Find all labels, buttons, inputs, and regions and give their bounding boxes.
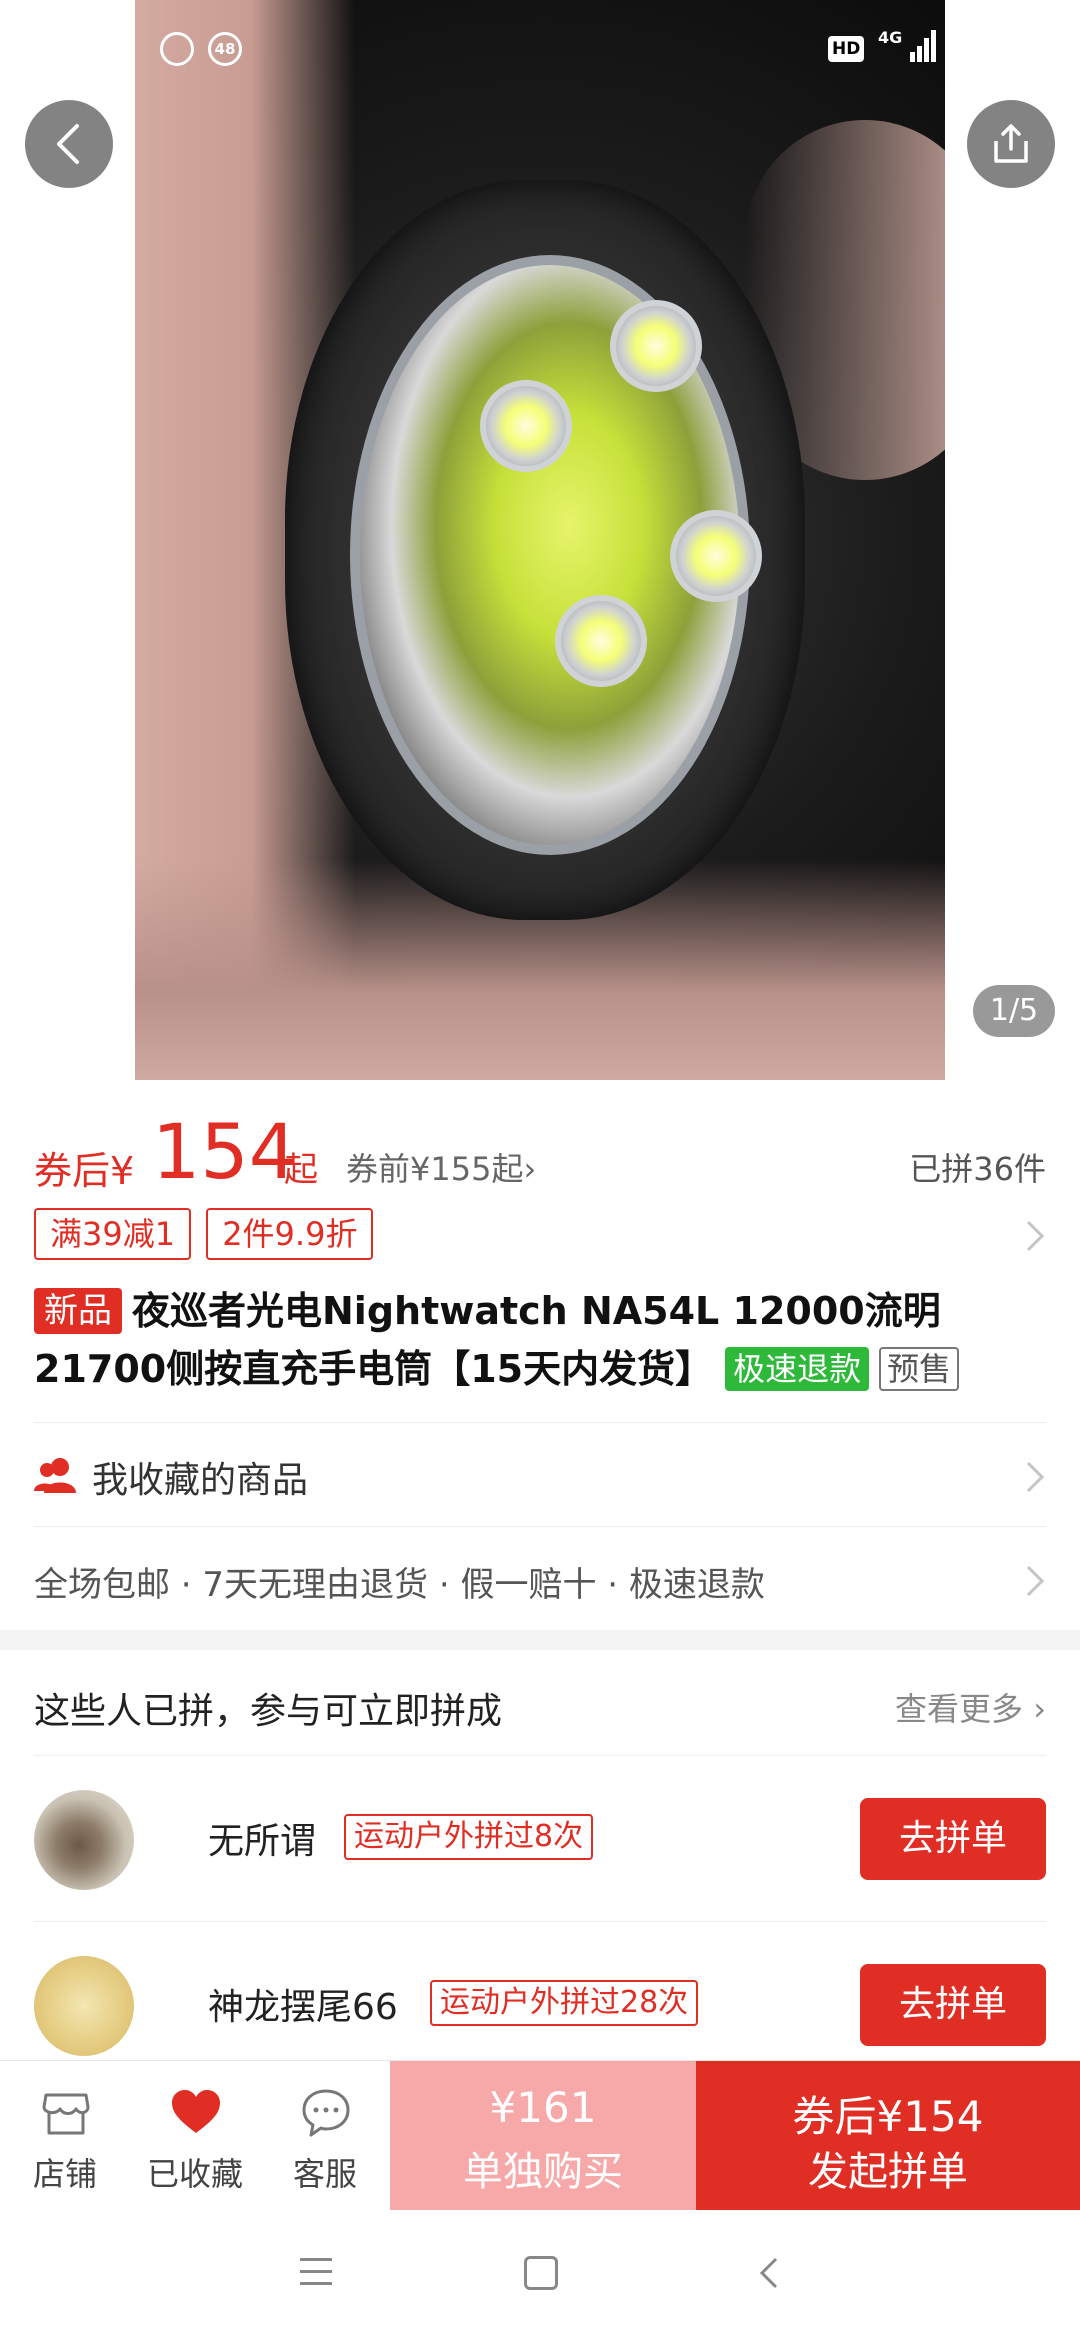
favorite-button[interactable]: 已收藏	[130, 2061, 260, 2211]
led-3	[670, 510, 762, 602]
system-back-icon[interactable]	[756, 2256, 782, 2290]
group-user-name: 无所谓	[208, 1821, 317, 1862]
price-row: 券后¥ 154 起 券前¥155起› 已拼36件	[34, 1110, 1046, 1194]
store-icon	[42, 2093, 90, 2135]
promo-row[interactable]: 满39减1 2件9.9折	[34, 1208, 1046, 1264]
favorites-row[interactable]: 我收藏的商品	[34, 1422, 1046, 1526]
see-more-link[interactable]: 查看更多 ›	[895, 1684, 1046, 1730]
share-icon	[994, 124, 1028, 163]
share-button[interactable]	[967, 100, 1055, 188]
join-group-button[interactable]: 去拼单	[860, 1964, 1046, 2046]
join-group-button[interactable]: 去拼单	[860, 1798, 1046, 1880]
promo-tag: 满39减1	[34, 1208, 192, 1260]
product-page: 48 HD 4G 1/5 券后¥ 154 起 券前¥155起› 已拼36件 满3…	[0, 0, 1080, 2340]
hd-indicator: HD	[828, 36, 865, 62]
product-title-block: 新品 夜巡者光电Nightwatch NA54L 12000流明 21700侧按直…	[34, 1282, 1046, 1398]
back-button[interactable]	[25, 100, 113, 188]
section-divider	[0, 1630, 1080, 1650]
store-button[interactable]: 店铺	[0, 2061, 130, 2211]
original-price-link[interactable]: 券前¥155起›	[346, 1144, 536, 1190]
system-navigation-bar	[0, 2210, 1080, 2340]
status-bar: 48 HD 4G	[0, 0, 1080, 80]
home-icon[interactable]	[524, 2256, 558, 2290]
fast-refund-badge: 极速退款	[725, 1347, 870, 1391]
chevron-right-icon	[1026, 1220, 1045, 1252]
see-more-text: 查看更多	[895, 1690, 1024, 1728]
group-section-title: 这些人已拼，参与可立即拼成	[34, 1691, 503, 1732]
group-user-tag: 运动户外拼过8次	[344, 1814, 594, 1860]
led-1	[480, 380, 572, 472]
customer-service-label: 客服	[292, 2155, 357, 2193]
led-4	[555, 595, 647, 687]
new-badge: 新品	[34, 1288, 122, 1334]
group-label: 发起拼单	[808, 2149, 968, 2195]
gallery-counter: 1/5	[973, 985, 1055, 1037]
group-price: 券后¥154	[792, 2092, 984, 2141]
chevron-right-icon	[1026, 1461, 1045, 1493]
solo-label: 单独购买	[463, 2149, 623, 2195]
back-icon	[57, 124, 79, 164]
original-price-text: 券前¥155起	[346, 1150, 524, 1188]
signal-icon	[910, 30, 936, 62]
notification-count-badge: 48	[208, 32, 242, 66]
led-2	[610, 300, 702, 392]
store-label: 店铺	[32, 2155, 97, 2193]
product-gallery[interactable]: 48 HD 4G 1/5	[0, 0, 1080, 1080]
services-text: 全场包邮 · 7天无理由退货 · 假一赔十 · 极速退款	[34, 1565, 765, 1605]
presale-badge: 预售	[879, 1347, 960, 1391]
menu-icon[interactable]	[300, 2258, 332, 2290]
group-list-item: 无所谓 运动户外拼过8次 去拼单	[34, 1756, 1046, 1922]
price-prefix: 券后¥	[34, 1149, 135, 1193]
network-type: 4G	[878, 28, 903, 47]
avatar	[34, 1790, 134, 1890]
bottom-action-bar: 店铺 已收藏 客服 ¥161 单独购买 券后¥154 发起拼单	[0, 2060, 1080, 2211]
group-section-header: 这些人已拼，参与可立即拼成 查看更多 ›	[34, 1650, 1046, 1756]
group-user-tag: 运动户外拼过28次	[430, 1980, 699, 2026]
sold-count: 已拼36件	[909, 1150, 1046, 1188]
price-amount: 154	[152, 1107, 298, 1196]
product-photo[interactable]	[135, 0, 945, 1080]
chat-icon	[302, 2089, 350, 2137]
heart-icon	[172, 2090, 220, 2133]
services-row[interactable]: 全场包邮 · 7天无理由退货 · 假一赔十 · 极速退款	[34, 1526, 1046, 1630]
customer-service-button[interactable]: 客服	[260, 2061, 390, 2211]
buy-alone-button[interactable]: ¥161 单独购买	[390, 2061, 696, 2211]
start-group-button[interactable]: 券后¥154 发起拼单	[696, 2061, 1080, 2211]
alarm-icon	[160, 32, 194, 66]
promo-tag: 2件9.9折	[206, 1208, 374, 1260]
chevron-right-icon: ›	[523, 1150, 537, 1188]
chevron-right-icon: ›	[1033, 1690, 1046, 1728]
group-user-name: 神龙摆尾66	[208, 1987, 398, 2028]
solo-price: ¥161	[489, 2083, 597, 2132]
favorite-label: 已收藏	[146, 2155, 243, 2193]
price-suffix: 起	[284, 1150, 318, 1190]
favorites-label: 我收藏的商品	[92, 1460, 309, 1501]
avatar	[34, 1956, 134, 2056]
chevron-right-icon	[1026, 1565, 1045, 1597]
users-icon	[34, 1458, 76, 1493]
